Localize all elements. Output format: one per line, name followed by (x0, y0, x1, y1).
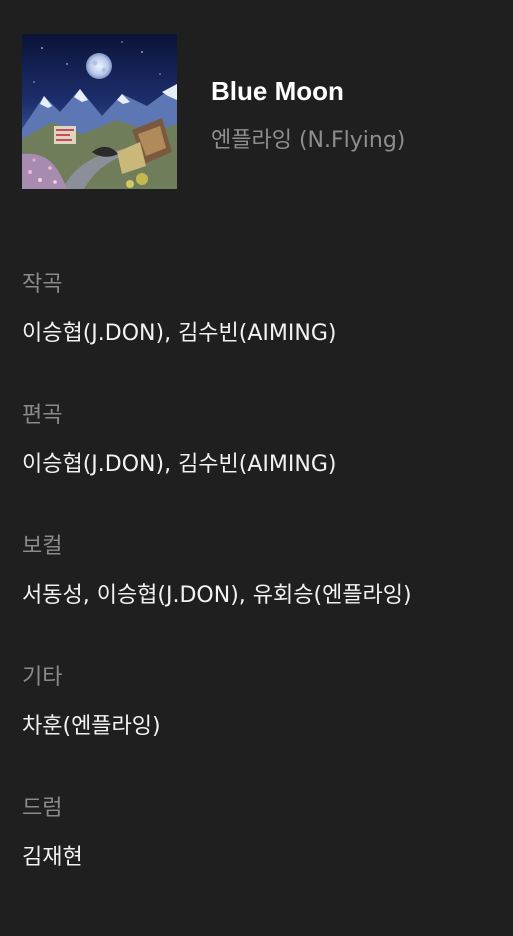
credit-guitar: 기타 차훈(엔플라잉) (22, 661, 502, 792)
track-title: Blue Moon (211, 76, 344, 106)
credit-vocals: 보컬 서동성, 이승협(J.DON), 유회승(엔플라잉) (22, 530, 502, 661)
album-cover-image (22, 34, 177, 189)
credit-names[interactable]: 이승협(J.DON), 김수빈(AIMING) (22, 448, 502, 482)
credit-role-label: 보컬 (22, 534, 63, 559)
credit-names[interactable]: 이승협(J.DON), 김수빈(AIMING) (22, 317, 502, 351)
credit-composer: 작곡 이승협(J.DON), 김수빈(AIMING) (22, 268, 502, 399)
credit-role-label: 드럼 (22, 796, 63, 821)
credit-role-label: 편곡 (22, 403, 63, 428)
song-credits-screen: { "track": { "title": "Blue Moon", "arti… (0, 0, 513, 936)
album-art[interactable] (22, 34, 177, 189)
track-artist[interactable]: 엔플라잉 (N.Flying) (211, 122, 405, 154)
track-header: Blue Moon 엔플라잉 (N.Flying) (22, 34, 492, 190)
credits-list: 작곡 이승협(J.DON), 김수빈(AIMING) 편곡 이승협(J.DON)… (22, 268, 502, 923)
credit-names[interactable]: 서동성, 이승협(J.DON), 유회승(엔플라잉) (22, 579, 502, 613)
credit-role-label: 기타 (22, 665, 63, 690)
credit-names[interactable]: 차훈(엔플라잉) (22, 710, 502, 744)
credit-role-label: 작곡 (22, 272, 63, 297)
credit-names[interactable]: 김재현 (22, 841, 502, 875)
credit-arranger: 편곡 이승협(J.DON), 김수빈(AIMING) (22, 399, 502, 530)
credit-drums: 드럼 김재현 (22, 792, 502, 923)
